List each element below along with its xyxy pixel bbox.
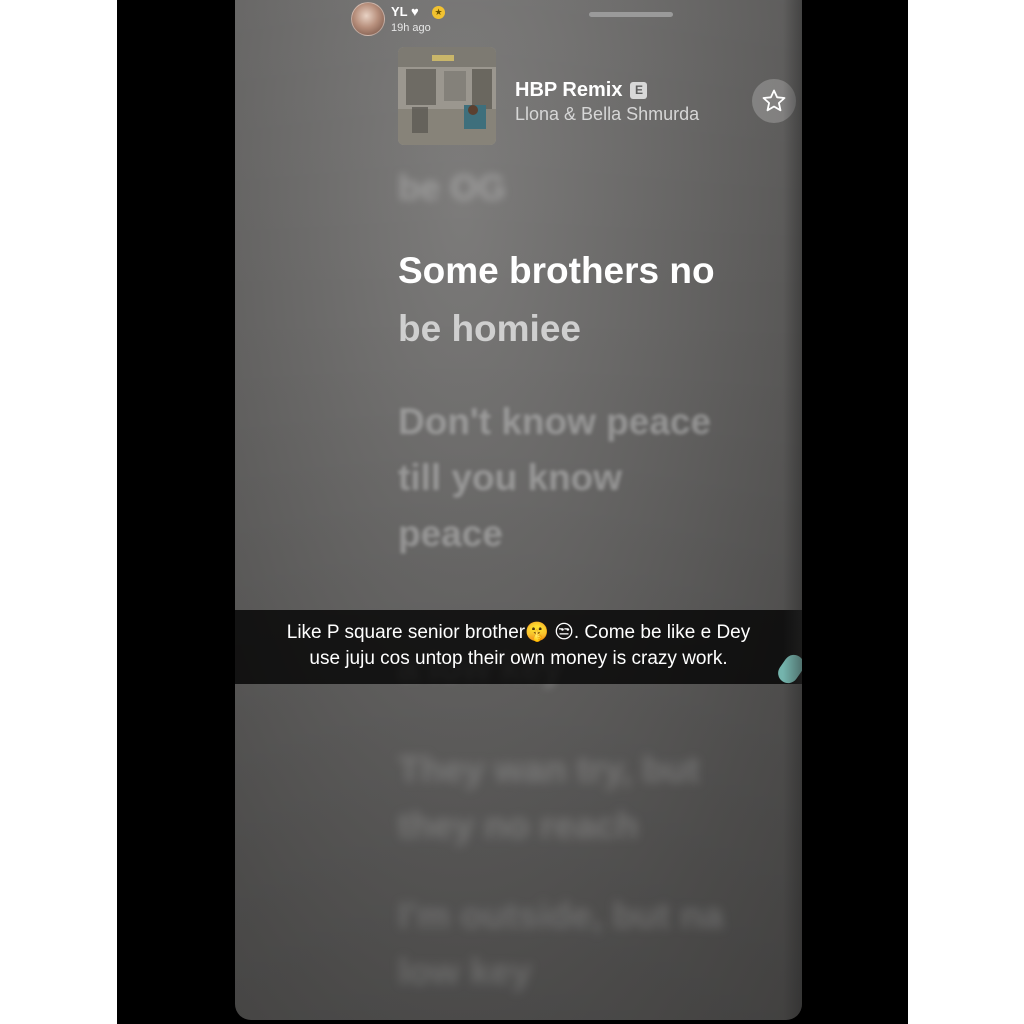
lyric-active-line-2[interactable]: be homiee <box>398 302 802 356</box>
lyric-next-4[interactable]: I'm outside, but na low key <box>398 888 802 1000</box>
lyric-active-line-1[interactable]: Some brothers no <box>398 244 802 298</box>
story-caption: Like P square senior brother🤫 😒. Come be… <box>235 620 802 672</box>
lyric-next-4-line: low key <box>398 951 532 992</box>
caption-line-1-end: . Come be like e Dey <box>573 622 751 644</box>
lyric-next-1-line: till you know <box>398 457 623 498</box>
lyric-next-1-line: Don't know peace <box>398 401 712 442</box>
time-ago: 19h ago <box>391 22 431 34</box>
story-frame: YL ♥ ★ 19h ago HBP Remix E Llona & Bella… <box>117 0 908 1024</box>
song-artist[interactable]: Llona & Bella Shmurda <box>515 104 699 125</box>
lyric-next-3-line: They wan try, but <box>398 749 700 790</box>
user-name[interactable]: YL <box>391 4 408 19</box>
star-badge-icon: ★ <box>432 6 445 19</box>
lyric-next-4-line: I'm outside, but na <box>398 895 724 936</box>
avatar[interactable] <box>351 2 385 36</box>
shush-emoji: 🤫 <box>525 622 549 643</box>
song-title[interactable]: HBP Remix <box>515 79 622 102</box>
story-screen[interactable]: YL ♥ ★ 19h ago HBP Remix E Llona & Bella… <box>235 0 802 1020</box>
explicit-badge: E <box>630 81 648 99</box>
caption-line-2: use juju cos untop their own money is cr… <box>309 648 728 670</box>
unamused-emoji: 😒 <box>554 622 574 643</box>
caption-line-1-start: Like P square senior brother <box>286 622 526 644</box>
lyric-previous[interactable]: be OG <box>398 160 802 216</box>
lyric-next-1-line: peace <box>398 513 503 554</box>
lyric-next-3-line: they no reach <box>398 805 639 846</box>
lyric-next-3[interactable]: They wan try, but they no reach <box>398 742 802 854</box>
phone-edge <box>783 0 802 1020</box>
album-art[interactable] <box>398 47 496 145</box>
song-title-row: HBP Remix E <box>515 77 648 103</box>
heart-icon: ♥ <box>411 4 419 19</box>
caption-line-1: Like P square senior brother🤫 😒. Come be… <box>235 620 802 646</box>
grab-handle[interactable] <box>589 12 673 17</box>
lyric-next-1[interactable]: Don't know peace till you know peace <box>398 394 802 562</box>
album-art-image <box>398 47 496 145</box>
